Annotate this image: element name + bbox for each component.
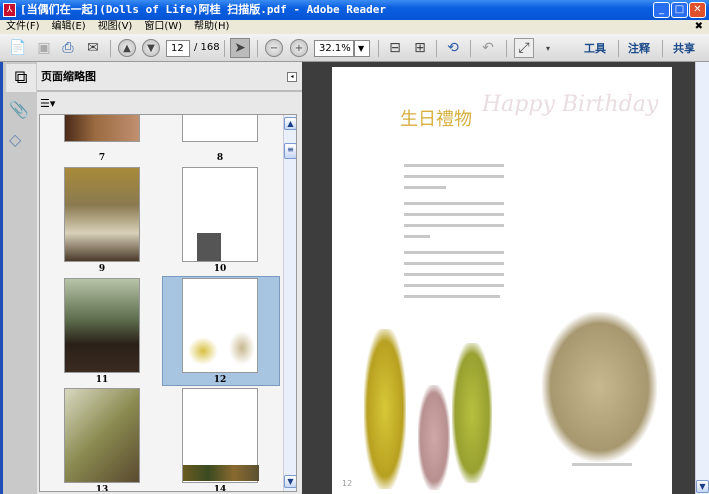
menu-window[interactable]: 窗口(W) bbox=[138, 20, 188, 34]
thumbnail-label: 8 bbox=[216, 153, 224, 163]
fit-page-icon[interactable]: ⊟ bbox=[385, 38, 405, 58]
thumbnail-label: 14 bbox=[213, 485, 227, 492]
thumbnail-page-12[interactable] bbox=[182, 278, 258, 373]
total-pages: / 168 bbox=[194, 42, 220, 53]
scroll-up-button[interactable]: ▲ bbox=[284, 117, 296, 130]
doc-scroll-down-button[interactable]: ▼ bbox=[696, 480, 709, 493]
scroll-thumb[interactable]: ≡ bbox=[284, 143, 296, 159]
create-pdf-icon[interactable]: 📄 bbox=[8, 38, 28, 58]
zoom-in-button[interactable]: + bbox=[290, 39, 308, 57]
thumbnail-page-7[interactable] bbox=[64, 115, 140, 142]
print-icon[interactable]: ⎙ bbox=[58, 38, 78, 58]
zoom-out-button[interactable]: − bbox=[265, 39, 283, 57]
menu-bar: 文件(F) 编辑(E) 视图(V) 窗口(W) 帮助(H) ✖ bbox=[0, 20, 709, 34]
thumbnail-label: 13 bbox=[95, 485, 109, 492]
panel-title: 页面缩略图 bbox=[41, 70, 96, 83]
thumbnail-label: 10 bbox=[213, 264, 227, 274]
pdf-page: Happy Birthday 生日禮物 12 bbox=[332, 67, 672, 494]
collapse-panel-icon[interactable]: ◂ bbox=[287, 72, 297, 82]
comment-tab[interactable]: 注释 bbox=[628, 40, 650, 56]
more-tools-dropdown-icon[interactable]: ▾ bbox=[538, 38, 558, 58]
menu-file[interactable]: 文件(F) bbox=[0, 20, 46, 34]
scroll-down-button[interactable]: ▼ bbox=[284, 475, 296, 488]
page-number: 12 bbox=[342, 479, 353, 488]
menu-help[interactable]: 帮助(H) bbox=[188, 20, 235, 34]
thumbnail-label: 9 bbox=[98, 264, 106, 274]
thumbnails-panel: 页面缩略图 ◂ ☰▾ 7 8 9 10 11 12 13 14 ▲ ≡ ▼ bbox=[37, 62, 302, 494]
minimize-button[interactable]: _ bbox=[653, 2, 670, 18]
page-thumbnails-icon[interactable]: ⧉ bbox=[6, 64, 36, 92]
thumbnail-options-icon[interactable]: ☰▾ bbox=[40, 97, 55, 110]
share-tab[interactable]: 共享 bbox=[673, 40, 695, 56]
menu-view[interactable]: 视图(V) bbox=[92, 20, 139, 34]
close-button[interactable]: ✕ bbox=[689, 2, 706, 18]
maximize-button[interactable]: □ bbox=[671, 2, 688, 18]
save-icon[interactable]: ▣ bbox=[34, 38, 54, 58]
thumbnail-page-9[interactable] bbox=[64, 167, 140, 262]
tools-tab[interactable]: 工具 bbox=[584, 40, 606, 56]
thumbnail-list: 7 8 9 10 11 12 13 14 ▲ ≡ ▼ bbox=[39, 114, 297, 492]
close-document-icon[interactable]: ✖ bbox=[695, 20, 703, 34]
thumbnail-label: 12 bbox=[213, 375, 227, 385]
toolbar: 📄 ▣ ⎙ ✉ ▲ ▼ 12 / 168 ➤ − + 32.1% ▼ ⊟ ⊞ ⟲… bbox=[0, 34, 709, 62]
script-title: Happy Birthday bbox=[482, 92, 659, 117]
window-title: [当偶们在一起](Dolls of Life)阿桂 扫描版.pdf - Adob… bbox=[20, 3, 387, 16]
title-bar: [当偶们在一起](Dolls of Life)阿桂 扫描版.pdf - Adob… bbox=[0, 0, 709, 20]
thumbnail-label: 11 bbox=[95, 375, 109, 385]
zoom-dropdown-icon[interactable]: ▼ bbox=[354, 40, 370, 57]
thumbnail-page-14[interactable] bbox=[182, 388, 259, 483]
thumbnail-page-8[interactable] bbox=[182, 115, 258, 142]
panel-header: 页面缩略图 bbox=[37, 62, 302, 92]
document-scrollbar[interactable]: ▼ bbox=[695, 62, 709, 494]
layers-icon[interactable]: ◇ bbox=[9, 130, 21, 149]
document-view: Happy Birthday 生日禮物 12 bbox=[302, 62, 695, 494]
full-screen-icon[interactable]: ⤢ bbox=[514, 38, 534, 58]
adobe-reader-icon: ⅄ bbox=[3, 3, 16, 17]
select-tool-icon[interactable]: ➤ bbox=[230, 38, 250, 58]
page-heading: 生日禮物 bbox=[400, 109, 472, 130]
thumbnail-scrollbar[interactable]: ▲ ≡ ▼ bbox=[283, 115, 296, 491]
previous-page-button[interactable]: ▲ bbox=[118, 39, 136, 57]
fit-width-icon[interactable]: ⊞ bbox=[410, 38, 430, 58]
thumbnail-label: 7 bbox=[98, 153, 106, 163]
share-circle-icon[interactable]: ⟲ bbox=[443, 38, 463, 58]
attachments-icon[interactable]: 📎 bbox=[9, 100, 29, 119]
next-page-button[interactable]: ▼ bbox=[142, 39, 160, 57]
email-icon[interactable]: ✉ bbox=[83, 38, 103, 58]
navigation-strip: ⧉ 📎 ◇ bbox=[0, 62, 37, 494]
thumbnail-page-13[interactable] bbox=[64, 388, 140, 483]
page-number-input[interactable]: 12 bbox=[166, 40, 190, 57]
menu-edit[interactable]: 编辑(E) bbox=[46, 20, 92, 34]
thumbnail-page-11[interactable] bbox=[64, 278, 140, 373]
zoom-input[interactable]: 32.1% bbox=[314, 40, 354, 57]
thumbnail-page-10[interactable] bbox=[182, 167, 258, 262]
rotate-icon[interactable]: ↶ bbox=[478, 38, 498, 58]
